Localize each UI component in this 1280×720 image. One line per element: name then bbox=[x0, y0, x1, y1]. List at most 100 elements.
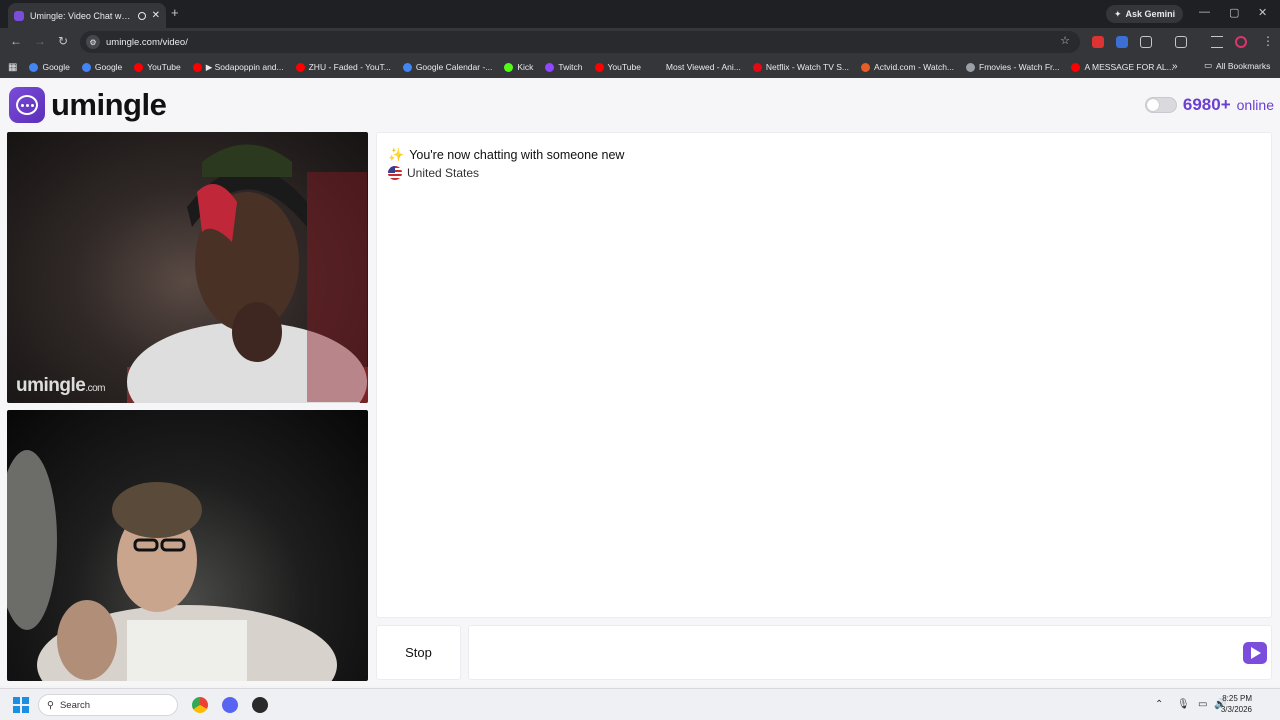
bookmark-item[interactable]: Google bbox=[76, 62, 128, 73]
send-button[interactable] bbox=[1243, 642, 1267, 664]
chat-status: ✨ You're now chatting with someone new bbox=[388, 147, 624, 163]
minimize-icon[interactable]: — bbox=[1199, 6, 1210, 18]
send-arrow-icon bbox=[1251, 647, 1261, 659]
umingle-favicon-icon bbox=[14, 10, 24, 21]
bookmark-label: Twitch bbox=[558, 62, 583, 72]
bookmark-favicon-icon bbox=[652, 62, 662, 72]
address-bar[interactable]: ⚙ umingle.com/video/ ☆ bbox=[80, 31, 1080, 53]
browser-tabstrip: Umingle: Video Chat with S ✕ + ✦ Ask Gem… bbox=[0, 0, 1280, 28]
menu-dots-icon[interactable]: ⋮ bbox=[1262, 34, 1274, 48]
message-box bbox=[468, 625, 1272, 680]
search-icon: ⚲ bbox=[47, 699, 54, 711]
bookmark-label: Most Viewed - Ani... bbox=[665, 62, 741, 72]
bookmark-label: Actvid.com - Watch... bbox=[874, 62, 955, 72]
extension-icon[interactable] bbox=[1116, 36, 1128, 48]
network-icon[interactable]: ▭ bbox=[1198, 699, 1207, 710]
online-indicator: 6980+ online bbox=[1144, 95, 1274, 115]
taskbar-clock[interactable]: 8:25 PM 3/3/2026 bbox=[1221, 693, 1252, 715]
bookmark-item[interactable]: Fmovies - Watch Fr... bbox=[960, 62, 1065, 73]
microphone-icon[interactable]: 🎙 bbox=[1177, 699, 1190, 710]
bookmark-favicon-icon bbox=[295, 62, 305, 72]
forward-icon[interactable]: → bbox=[34, 34, 46, 48]
online-count: 6980+ bbox=[1182, 95, 1231, 114]
extensions-puzzle-icon[interactable] bbox=[1140, 36, 1152, 48]
taskbar-search[interactable]: ⚲ Search bbox=[38, 694, 178, 716]
new-tab-button[interactable]: + bbox=[171, 5, 179, 20]
bookmark-item[interactable]: YouTube bbox=[589, 62, 647, 73]
bookmark-favicon-icon bbox=[81, 62, 91, 72]
discord-taskbar-icon[interactable] bbox=[222, 697, 238, 713]
self-video-frame bbox=[7, 450, 337, 681]
apps-grid-icon[interactable]: ▦ bbox=[8, 62, 17, 73]
reload-icon[interactable]: ↻ bbox=[58, 34, 68, 48]
stop-button[interactable]: Stop bbox=[376, 625, 461, 680]
browser-tab[interactable]: Umingle: Video Chat with S ✕ bbox=[8, 3, 166, 28]
umingle-page: umingle 6980+ online umingle.com ✨ You'r… bbox=[0, 78, 1280, 686]
bookmark-item[interactable]: Netflix - Watch TV S... bbox=[747, 62, 855, 73]
bookmark-favicon-icon bbox=[402, 62, 412, 72]
cast-icon[interactable] bbox=[1175, 36, 1187, 48]
ask-gemini-button[interactable]: ✦ Ask Gemini bbox=[1106, 5, 1184, 23]
bookmark-item[interactable]: Kick bbox=[498, 62, 539, 73]
bookmark-item[interactable]: Twitch bbox=[539, 62, 588, 73]
online-label: online bbox=[1236, 97, 1274, 113]
chrome-taskbar-icon[interactable] bbox=[192, 697, 208, 713]
site-info-icon[interactable]: ⚙ bbox=[86, 35, 100, 49]
bookmark-label: Google bbox=[42, 62, 70, 72]
windows-start-icon[interactable] bbox=[13, 697, 29, 713]
bookmark-item[interactable]: Google bbox=[23, 62, 75, 73]
country-text: United States bbox=[407, 166, 480, 180]
bookmark-favicon-icon bbox=[134, 62, 144, 72]
bookmark-favicon-icon bbox=[192, 62, 202, 72]
close-tab-icon[interactable]: ✕ bbox=[152, 10, 160, 21]
bookmark-label: YouTube bbox=[607, 62, 641, 72]
all-bookmarks-button[interactable]: ▭ All Bookmarks bbox=[1204, 60, 1270, 71]
more-bookmarks-icon[interactable]: » bbox=[1172, 61, 1178, 72]
bookmark-label: Google bbox=[94, 62, 123, 72]
bookmark-label: Google Calendar -... bbox=[415, 62, 493, 72]
bookmark-favicon-icon bbox=[1071, 62, 1081, 72]
tray-chevron-icon[interactable]: ⌃ bbox=[1155, 699, 1163, 710]
bookmark-label: Kick bbox=[517, 62, 534, 72]
bookmark-label: Netflix - Watch TV S... bbox=[765, 62, 850, 72]
bookmark-list: Google Google YouTube ▶ Sodapoppin and... ZH… bbox=[23, 62, 1179, 73]
all-bookmarks-label: All Bookmarks bbox=[1216, 60, 1271, 71]
window-close-icon[interactable]: ✕ bbox=[1258, 6, 1267, 19]
umingle-watermark: umingle.com bbox=[16, 375, 106, 396]
bookmark-favicon-icon bbox=[752, 62, 762, 72]
message-input[interactable] bbox=[469, 626, 1229, 679]
bookmark-label: ▶ Sodapoppin and... bbox=[205, 61, 284, 72]
bookmark-star-icon[interactable]: ☆ bbox=[1060, 34, 1070, 47]
bookmark-label: Fmovies - Watch Fr... bbox=[979, 62, 1060, 72]
browser-toolbar: ← → ↻ ⚙ umingle.com/video/ ☆ ⋮ bbox=[0, 28, 1280, 56]
umingle-logo[interactable]: umingle bbox=[9, 87, 167, 123]
bookmark-item[interactable]: ZHU - Faded - YouT... bbox=[290, 62, 397, 73]
recording-icon bbox=[137, 11, 146, 20]
url-text: umingle.com/video/ bbox=[106, 36, 188, 48]
clock-time: 8:25 PM bbox=[1222, 694, 1252, 703]
bookmark-item[interactable]: Actvid.com - Watch... bbox=[855, 62, 960, 73]
obs-taskbar-icon[interactable] bbox=[252, 697, 268, 713]
back-icon[interactable]: ← bbox=[10, 34, 22, 48]
tab-search-icon[interactable] bbox=[1211, 36, 1223, 48]
profile-avatar[interactable] bbox=[1235, 36, 1247, 48]
bookmark-item[interactable]: Google Calendar -... bbox=[397, 62, 499, 73]
tab-title: Umingle: Video Chat with S bbox=[30, 10, 132, 21]
theme-toggle[interactable] bbox=[1144, 97, 1177, 113]
bookmark-item[interactable]: Most Viewed - Ani... bbox=[647, 62, 747, 73]
bookmark-favicon-icon bbox=[504, 62, 514, 72]
status-text: You're now chatting with someone new bbox=[409, 148, 625, 162]
bookmark-item[interactable]: A MESSAGE FOR AL... bbox=[1065, 62, 1179, 73]
ask-gemini-label: Ask Gemini bbox=[1125, 9, 1176, 19]
stop-label: Stop bbox=[405, 645, 432, 660]
bookmark-item[interactable]: YouTube bbox=[128, 62, 186, 73]
search-label: Search bbox=[59, 699, 91, 711]
bookmark-favicon-icon bbox=[861, 62, 871, 72]
bookmark-favicon-icon bbox=[966, 62, 976, 72]
bookmark-item[interactable]: ▶ Sodapoppin and... bbox=[187, 62, 290, 73]
self-video bbox=[7, 410, 368, 681]
maximize-icon[interactable]: ▢ bbox=[1229, 6, 1239, 19]
bookmark-favicon-icon bbox=[29, 62, 39, 72]
bookmark-favicon-icon bbox=[545, 62, 555, 72]
extension-icon[interactable] bbox=[1092, 36, 1104, 48]
